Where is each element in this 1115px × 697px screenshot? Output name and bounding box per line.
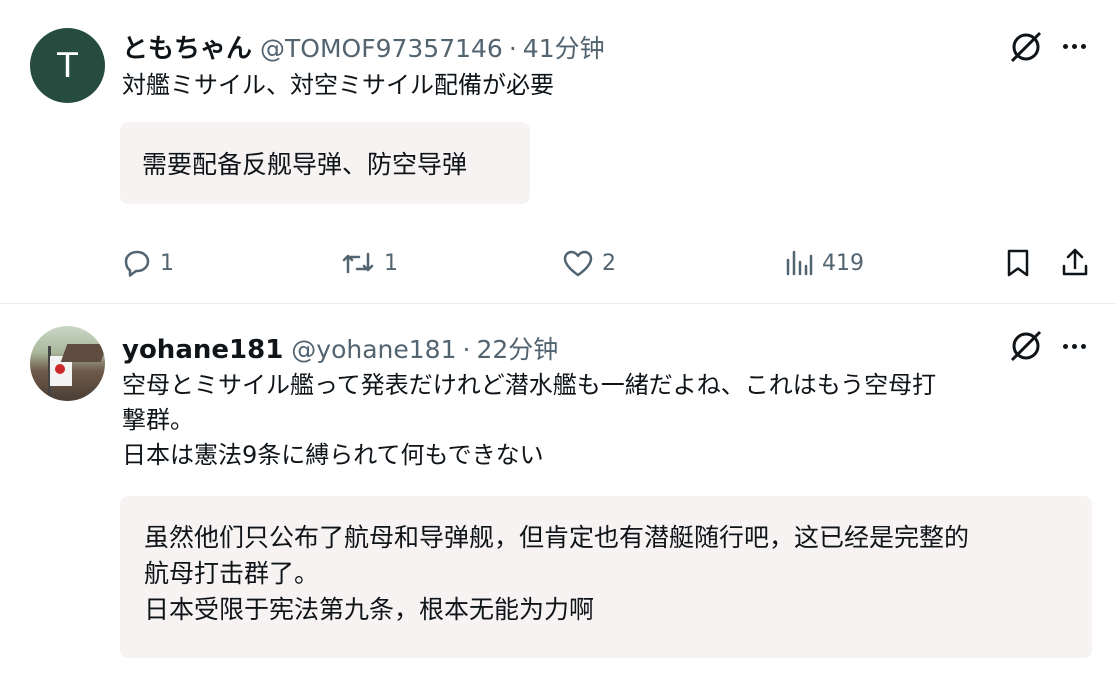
timestamp[interactable]: 22分钟 — [476, 330, 558, 366]
display-name[interactable]: yohane181 — [122, 335, 283, 365]
translation-box: 虽然他们只公布了航母和导弹舰，但肯定也有潜艇随行吧，这已经是完整的 航母打击群了… — [120, 496, 1092, 658]
post-header: ともちゃん @TOMOF97357146 · 41分钟 — [122, 28, 605, 65]
reply-button[interactable]: 1 — [122, 248, 174, 278]
reply-icon — [124, 250, 150, 277]
more-icon[interactable] — [1063, 344, 1086, 349]
share-icon[interactable] — [1060, 246, 1090, 278]
post-1[interactable]: T ともちゃん @TOMOF97357146 · 41分钟 対艦ミサイル、対空ミ… — [0, 0, 1115, 303]
post-text: 対艦ミサイル、対空ミサイル配備が必要 — [122, 71, 554, 99]
repost-button[interactable]: 1 — [340, 248, 398, 278]
post-header: yohane181 @yohane181 · 22分钟 — [122, 330, 558, 366]
repost-count: 1 — [384, 250, 398, 276]
user-handle[interactable]: @TOMOF97357146 — [260, 34, 503, 63]
user-handle[interactable]: @yohane181 — [291, 335, 456, 364]
like-button[interactable]: 2 — [562, 248, 616, 278]
like-count: 2 — [602, 250, 616, 276]
more-icon[interactable] — [1063, 44, 1086, 49]
avatar[interactable]: T — [30, 28, 105, 103]
like-icon — [563, 250, 593, 277]
display-name[interactable]: ともちゃん — [122, 28, 252, 65]
avatar-letter: T — [57, 45, 78, 86]
grok-icon[interactable] — [1008, 29, 1044, 65]
views-button[interactable]: 419 — [784, 248, 864, 278]
translation-text: 需要配备反舰导弹、防空导弹 — [142, 150, 468, 179]
post-text: 空母とミサイル艦って発表だけれど潜水艦も一緒だよね、これはもう空母打 撃群。 日… — [122, 371, 937, 469]
timestamp[interactable]: 41分钟 — [523, 29, 605, 65]
separator: · — [462, 335, 471, 364]
reply-count: 1 — [160, 250, 174, 276]
views-count: 419 — [822, 250, 864, 276]
post-2[interactable]: yohane181 @yohane181 · 22分钟 空母とミサイル艦って発表… — [0, 304, 1115, 697]
translation-text: 虽然他们只公布了航母和导弹舰，但肯定也有潜艇随行吧，这已经是完整的 航母打击群了… — [144, 523, 970, 624]
repost-icon — [342, 252, 374, 274]
translation-box: 需要配备反舰导弹、防空导弹 — [120, 122, 530, 204]
separator: · — [508, 34, 517, 63]
grok-icon[interactable] — [1008, 328, 1044, 364]
avatar[interactable] — [30, 326, 105, 401]
bookmark-icon[interactable] — [1004, 248, 1032, 278]
views-icon — [786, 250, 813, 276]
